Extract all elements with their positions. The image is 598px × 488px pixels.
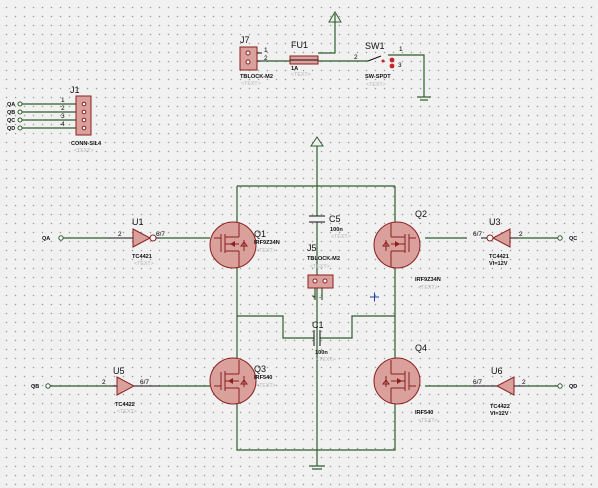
wires: [20, 22, 560, 466]
j1-pin-4: 4: [61, 121, 65, 128]
j5-text: <TEXT>: [310, 264, 330, 270]
u5-pin-out: 6/7: [140, 379, 149, 386]
c1-text: <TEXT>: [316, 357, 336, 363]
mosfet-q2[interactable]: Q2 IRF9Z34N <TEXT>: [373, 209, 441, 291]
j7-pin-2: 2: [264, 55, 268, 62]
j5-ref: J5: [307, 243, 317, 253]
mosfet-q4[interactable]: Q4 IRF540 <TEXT>: [373, 343, 438, 424]
u5-net: QB: [31, 384, 39, 390]
j1-value: CONN-SIL4: [71, 141, 102, 147]
mosfet-q1[interactable]: Q1 IRF9Z34N <TEXT>: [209, 221, 280, 269]
j5-value: TBLOCK-M2: [307, 256, 340, 262]
fu1-ref: FU1: [291, 40, 308, 50]
j7-pin-1: 1: [264, 47, 268, 54]
capacitor-c5[interactable]: C5 100n <TEXT>: [309, 214, 351, 240]
j1-net-qd: QD: [7, 126, 15, 132]
u6-net: QD: [569, 384, 577, 390]
c1-value: 100n: [315, 350, 328, 356]
capacitor-c1[interactable]: C1 100n <TEXT>: [312, 320, 336, 363]
q4-value: IRF540: [415, 410, 433, 416]
j5-pin-minus: -: [319, 294, 321, 301]
mosfet-q3[interactable]: Q3 IRF540 <TEXT>: [209, 357, 276, 405]
fu1-text: <TEXT>: [291, 72, 311, 78]
q2-ref: Q2: [415, 209, 427, 219]
u6-value2: VI=12V: [490, 411, 509, 417]
u1-pin-in: 2: [118, 231, 122, 238]
c1-ref: C1: [312, 320, 324, 330]
power-terminal-bridge: [310, 136, 324, 147]
q1-value: IRF9Z34N: [254, 240, 280, 246]
schematic-canvas[interactable]: J7 1 2 TBLOCK-M2 <TEXT> FU1 1A <TEXT> SW…: [0, 0, 598, 488]
q4-ref: Q4: [415, 343, 427, 353]
u5-ref: U5: [113, 366, 125, 376]
u5-value: TC4422: [115, 402, 135, 408]
j1-pin-1: 1: [61, 97, 65, 104]
crosshair-cursor-icon: [370, 292, 379, 302]
sw1-pin-1: 1: [399, 46, 403, 53]
j1-net-qb: QB: [7, 110, 15, 116]
sw1-ref: SW1: [365, 41, 385, 51]
q1-ref: Q1: [254, 229, 266, 239]
j1-net-qc: QC: [7, 118, 15, 124]
q3-value: IRF540: [254, 375, 272, 381]
q3-ref: Q3: [254, 364, 266, 374]
j7-text: <TEXT>: [241, 81, 261, 87]
j1-ref: J1: [70, 85, 80, 95]
j1-net-qa: QA: [7, 102, 15, 108]
j5-pin-plus: +: [312, 294, 316, 301]
u1-value: TC4421: [132, 254, 152, 260]
c5-ref: C5: [329, 214, 341, 224]
driver-u6[interactable]: U6 2 6/7 QD TC4422 VI=12V: [470, 366, 577, 417]
u6-value: TC4422: [490, 404, 510, 410]
u6-ref: U6: [491, 366, 503, 376]
fuse-fu1[interactable]: FU1 1A <TEXT>: [289, 40, 319, 78]
sw1-pin-2: 2: [354, 54, 358, 61]
j7-ref: J7: [240, 35, 250, 45]
j1-pin-3: 3: [61, 113, 65, 120]
sw1-value: SW-SPDT: [365, 74, 391, 80]
j1-pin-2: 2: [61, 105, 65, 112]
j7-value: TBLOCK-M2: [240, 74, 273, 80]
u3-pin-in: 2: [519, 231, 523, 238]
u3-ref: U3: [489, 217, 501, 227]
u1-net: QA: [42, 236, 50, 242]
driver-u1[interactable]: U1 2 6/7 QA TC4421 <TEXT>: [42, 217, 165, 267]
u3-pin-out: 6/7: [473, 231, 482, 238]
u6-pin-out: 6/7: [473, 379, 482, 386]
u3-value2: VI=12V: [489, 261, 508, 267]
driver-u5[interactable]: U5 2 6/7 QB TC4422 <TEXT>: [31, 366, 160, 415]
connector-j5[interactable]: J5 TBLOCK-M2 <TEXT> + -: [307, 243, 340, 301]
q2-text: <TEXT>: [418, 285, 438, 291]
u1-text: <TEXT>: [134, 261, 154, 267]
q2-value: IRF9Z34N: [415, 277, 441, 283]
q1-text: <TEXT>: [256, 248, 276, 254]
q3-text: <TEXT>: [256, 383, 276, 389]
u3-value: TC4421: [489, 254, 509, 260]
u1-ref: U1: [132, 217, 144, 227]
sw1-pin-3: 3: [398, 62, 402, 69]
driver-u3[interactable]: U3 2 6/7 QC TC4421 VI=12V: [473, 217, 577, 267]
switch-sw1[interactable]: SW1 1 2 3 SW-SPDT <TEXT>: [354, 41, 403, 88]
u3-net: QC: [569, 236, 577, 242]
c5-text: <TEXT>: [331, 234, 351, 240]
j1-text: <TEXT>: [74, 148, 94, 154]
u5-text: <TEXT>: [117, 409, 137, 415]
ground-symbol-bridge: [309, 465, 325, 470]
q4-text: <TEXT>: [418, 418, 438, 424]
u6-pin-in: 2: [522, 379, 526, 386]
sw1-text: <TEXT>: [366, 82, 386, 88]
u5-pin-in: 2: [102, 379, 106, 386]
power-terminal-top: [328, 11, 342, 23]
c5-value: 100n: [330, 227, 343, 233]
u1-pin-out: 6/7: [156, 231, 165, 238]
ground-symbol-sw1: [417, 96, 431, 101]
